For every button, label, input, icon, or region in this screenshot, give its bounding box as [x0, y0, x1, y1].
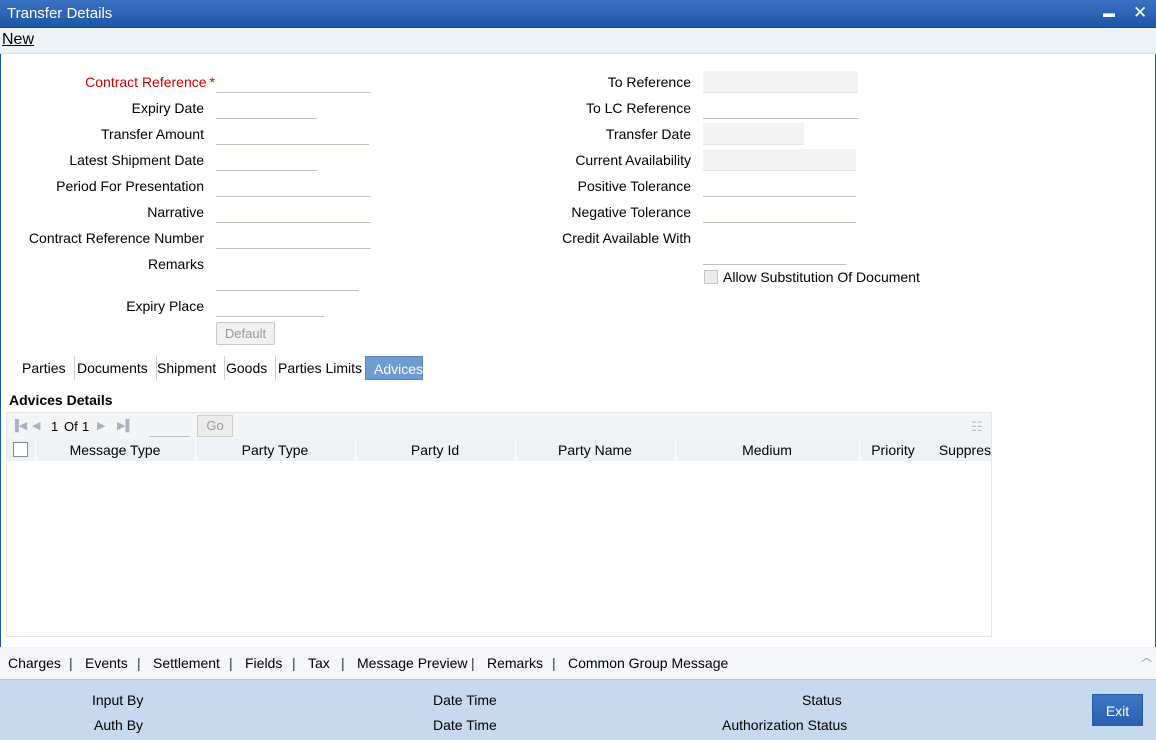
advices-details-title: Advices Details [9, 392, 113, 408]
remarks-label: Remarks [147, 256, 204, 272]
narrative-input[interactable] [216, 201, 371, 223]
negative-tolerance-label: Negative Tolerance [571, 204, 691, 220]
menu-bar: New [0, 28, 1156, 54]
column-header-party-id[interactable]: Party Id [355, 442, 515, 458]
latest-shipment-date-label: Latest Shipment Date [69, 152, 204, 168]
total-pages: 1 [82, 419, 90, 434]
contract-reference-label: Contract Reference * [40, 74, 215, 90]
page-number-input[interactable] [149, 416, 190, 437]
transfer-amount-label: Transfer Amount [101, 126, 204, 142]
latest-shipment-date-input[interactable] [216, 149, 317, 171]
tab-parties-limits[interactable]: Parties Limits [270, 356, 372, 380]
column-header-medium[interactable]: Medium [675, 442, 859, 458]
column-header-message-type[interactable]: Message Type [35, 442, 195, 458]
tab-shipment[interactable]: Shipment [149, 356, 226, 380]
collapse-icon[interactable]: ︿ [1141, 649, 1152, 665]
close-icon[interactable]: ✕ [1133, 3, 1147, 23]
to-reference-label: To Reference [607, 74, 691, 90]
link-separator: | [137, 655, 141, 671]
exit-button[interactable]: Exit [1092, 694, 1143, 726]
last-page-icon[interactable]: ▶▌ [117, 419, 133, 432]
to-lc-reference-label: To LC Reference [585, 100, 691, 116]
required-marker: * [209, 74, 215, 90]
expiry-place-label: Expiry Place [126, 298, 204, 314]
expiry-date-label: Expiry Date [131, 100, 204, 116]
tab-advices[interactable]: Advices [365, 356, 423, 380]
link-separator: | [229, 655, 233, 671]
transfer-amount-input[interactable] [216, 123, 369, 145]
contract-reference-input[interactable] [216, 71, 371, 93]
common-group-message-link[interactable]: Common Group Message [568, 655, 728, 671]
column-settings-icon[interactable]: ☷ [971, 419, 983, 435]
default-button[interactable]: Default [216, 322, 275, 345]
auth-date-time-label: Date Time [433, 717, 497, 733]
column-header-priority[interactable]: Priority [859, 442, 927, 458]
window-title-bar: Transfer Details ▬ ✕ [0, 0, 1156, 28]
transfer-date-input[interactable] [703, 123, 804, 145]
tab-goods[interactable]: Goods [218, 356, 277, 380]
previous-page-icon[interactable]: ◀ [32, 419, 40, 432]
positive-tolerance-label: Positive Tolerance [577, 178, 691, 194]
audit-status-bar: Input By Auth By Date Time Date Time Sta… [0, 679, 1156, 740]
contract-reference-number-label: Contract Reference Number [28, 230, 204, 246]
credit-available-with-label: Credit Available With [562, 230, 691, 246]
authorization-status-label: Authorization Status [722, 717, 848, 733]
minimize-icon[interactable]: ▬ [1103, 6, 1115, 20]
record-status-label: Status [802, 692, 842, 708]
positive-tolerance-input[interactable] [703, 175, 856, 197]
allow-substitution-label: Allow Substitution Of Document [723, 269, 920, 285]
link-separator: | [292, 655, 296, 671]
allow-substitution-checkbox[interactable] [704, 270, 718, 284]
link-separator: | [69, 655, 73, 671]
first-page-icon[interactable]: ▐◀ [11, 419, 27, 432]
footer-links-bar: Charges | Events | Settlement | Fields |… [0, 647, 1156, 679]
advices-grid: ▐◀ ◀ 1 Of 1 ▶ ▶▌ Go ☷ Message Type Party… [6, 412, 992, 637]
new-link[interactable]: New [2, 31, 34, 49]
column-header-party-name[interactable]: Party Name [515, 442, 675, 458]
link-separator: | [471, 655, 475, 671]
fields-link[interactable]: Fields [245, 655, 282, 671]
period-for-presentation-label: Period For Presentation [56, 178, 204, 194]
tab-documents[interactable]: Documents [69, 356, 157, 380]
to-reference-input[interactable] [703, 71, 858, 93]
link-separator: | [552, 655, 556, 671]
current-page: 1 [51, 419, 59, 434]
to-lc-reference-input[interactable] [703, 97, 859, 119]
current-availability-label: Current Availability [575, 152, 691, 168]
expiry-place-input[interactable] [216, 295, 324, 317]
narrative-label: Narrative [147, 204, 204, 220]
charges-link[interactable]: Charges [8, 655, 61, 671]
tax-link[interactable]: Tax [308, 655, 330, 671]
contract-reference-number-input[interactable] [216, 227, 371, 249]
column-header-party-type[interactable]: Party Type [195, 442, 355, 458]
contract-reference-label-text: Contract Reference [85, 74, 207, 90]
next-page-icon[interactable]: ▶ [97, 419, 105, 432]
page-of-label: Of [64, 419, 78, 434]
column-header-suppress[interactable]: Suppres [931, 442, 991, 458]
events-link[interactable]: Events [85, 655, 128, 671]
tab-parties[interactable]: Parties [14, 356, 75, 380]
remarks-input[interactable] [216, 253, 359, 291]
input-by-label: Input By [92, 692, 144, 708]
grid-pager: ▐◀ ◀ 1 Of 1 ▶ ▶▌ Go ☷ [7, 413, 991, 439]
link-separator: | [341, 655, 345, 671]
auth-by-label: Auth By [94, 717, 144, 733]
current-availability-input[interactable] [703, 149, 856, 171]
expiry-date-input[interactable] [216, 97, 317, 119]
remarks-link[interactable]: Remarks [487, 655, 543, 671]
settlement-link[interactable]: Settlement [153, 655, 220, 671]
select-all-checkbox[interactable] [13, 442, 28, 457]
period-for-presentation-input[interactable] [216, 175, 371, 197]
credit-available-with-input[interactable] [703, 243, 846, 265]
window-title: Transfer Details [7, 5, 113, 22]
message-preview-link[interactable]: Message Preview [357, 655, 468, 671]
grid-header: Message Type Party Type Party Id Party N… [7, 439, 991, 461]
transfer-date-label: Transfer Date [605, 126, 691, 142]
input-date-time-label: Date Time [433, 692, 497, 708]
go-button[interactable]: Go [197, 415, 233, 437]
negative-tolerance-input[interactable] [703, 201, 856, 223]
